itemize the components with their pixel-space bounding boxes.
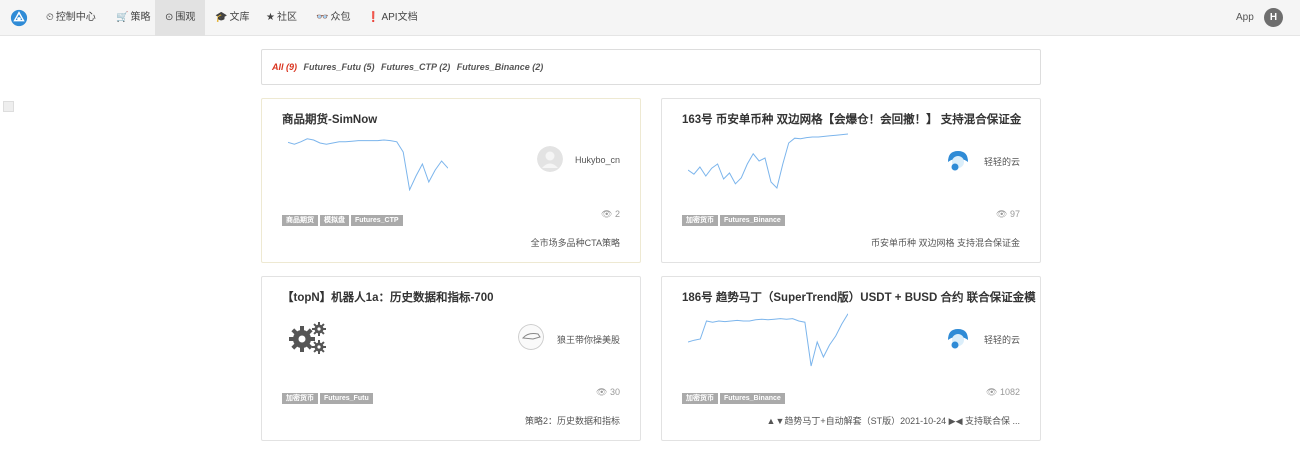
strategy-card[interactable]: 163号 币安单币种 双边网格【会爆仓！会回撤！】 支持混合保证金 轻轻的云 加… bbox=[661, 98, 1041, 263]
tag[interactable]: Futures_Futu bbox=[320, 393, 373, 404]
tag[interactable]: Futures_Binance bbox=[720, 215, 785, 226]
target-icon: ⊙ bbox=[165, 12, 174, 23]
nav-dashboard[interactable]: ⏲ 控制中心 bbox=[36, 0, 106, 36]
filter-bar: All (9) Futures_Futu (5) Futures_CTP (2)… bbox=[261, 49, 1041, 85]
eye-icon: 👁 bbox=[596, 387, 610, 397]
tag[interactable]: 加密货币 bbox=[682, 215, 718, 226]
view-count: 👁 2 bbox=[601, 209, 620, 220]
filter-futures-ctp[interactable]: Futures_CTP (2) bbox=[381, 62, 450, 72]
eye-icon: 👁 bbox=[986, 387, 1000, 397]
nav-strategy[interactable]: 🛒 策略 bbox=[106, 0, 160, 36]
nav-crowdsource-label: 众包 bbox=[330, 12, 351, 23]
card-description: 策略2：历史数据和指标 bbox=[524, 416, 620, 426]
user-avatar[interactable]: H bbox=[1264, 8, 1283, 27]
equity-sparkline bbox=[688, 313, 848, 367]
owner-avatar-icon[interactable] bbox=[537, 146, 563, 172]
filter-futures-binance[interactable]: Futures_Binance (2) bbox=[457, 62, 544, 72]
side-toggle-tab[interactable] bbox=[3, 101, 14, 112]
card-title[interactable]: 商品期货-SimNow bbox=[282, 111, 377, 127]
nav-library-label: 文库 bbox=[229, 12, 250, 23]
nav-crowdsource[interactable]: 👓 众包 bbox=[306, 0, 360, 36]
card-description: 全市场多品种CTA策略 bbox=[530, 238, 620, 248]
cloud-avatar-icon[interactable] bbox=[945, 146, 971, 172]
nav-strategy-label: 策略 bbox=[130, 12, 151, 23]
view-count: 👁 30 bbox=[596, 387, 620, 398]
glasses-icon: 👓 bbox=[316, 12, 329, 23]
app-link[interactable]: App bbox=[1236, 0, 1254, 36]
card-title[interactable]: 186号 趋势马丁（SuperTrend版）USDT + BUSD 合约 联合保… bbox=[682, 289, 1036, 305]
filter-all[interactable]: All (9) bbox=[272, 62, 297, 72]
wolf-avatar-icon[interactable] bbox=[518, 324, 544, 350]
nav-api-docs-label: API文档 bbox=[381, 12, 418, 23]
eye-icon: 👁 bbox=[601, 209, 615, 219]
strategy-card[interactable]: 【topN】机器人1a：历史数据和指标-700 狼王带你操美股 加密货币 Futu… bbox=[261, 276, 641, 441]
owner-name[interactable]: 轻轻的云 bbox=[984, 155, 1020, 168]
nav-library[interactable]: 🎓 文库 bbox=[205, 0, 259, 36]
dashboard-icon: ⏲ bbox=[46, 12, 54, 23]
view-count: 👁 97 bbox=[996, 209, 1020, 220]
nav-watch[interactable]: ⊙ 围观 bbox=[155, 0, 206, 36]
tag-list: 加密货币 Futures_Binance bbox=[682, 387, 787, 405]
strategy-card[interactable]: 186号 趋势马丁（SuperTrend版）USDT + BUSD 合约 联合保… bbox=[661, 276, 1041, 441]
card-description: 币安单币种 双边网格 支持混合保证金 bbox=[870, 238, 1020, 248]
view-count-value: 97 bbox=[1009, 209, 1020, 219]
eye-icon: 👁 bbox=[996, 209, 1010, 219]
view-count-value: 1082 bbox=[999, 387, 1020, 397]
cloud-avatar-icon[interactable] bbox=[945, 324, 971, 350]
tag-list: 加密货币 Futures_Binance bbox=[682, 209, 787, 227]
tag-list: 加密货币 Futures_Futu bbox=[282, 387, 375, 405]
nav-community[interactable]: ★ 社区 bbox=[256, 0, 307, 36]
tag[interactable]: 模拟盘 bbox=[320, 215, 349, 226]
owner-name[interactable]: 狼王带你操美股 bbox=[557, 333, 620, 346]
owner-name[interactable]: Hukybo_cn bbox=[575, 155, 620, 165]
top-navbar: ⏲ 控制中心 🛒 策略 ⊙ 围观 🎓 文库 ★ 社区 👓 众包 ❗ API文档 App H bbox=[0, 0, 1300, 36]
tag[interactable]: 加密货币 bbox=[682, 393, 718, 404]
view-count: 👁 1082 bbox=[986, 387, 1020, 398]
card-title[interactable]: 【topN】机器人1a：历史数据和指标-700 bbox=[282, 289, 494, 305]
owner-name[interactable]: 轻轻的云 bbox=[984, 333, 1020, 346]
star-icon: ★ bbox=[266, 12, 275, 23]
tag[interactable]: Futures_Binance bbox=[720, 393, 785, 404]
tag-list: 商品期货 模拟盘 Futures_CTP bbox=[282, 209, 405, 227]
equity-sparkline bbox=[288, 138, 448, 191]
tag[interactable]: 加密货币 bbox=[282, 393, 318, 404]
card-description: ▲▼趋势马丁+自动解套（ST版）2021-10-24 ▶◀ 支持联合保 ... bbox=[766, 416, 1020, 426]
logo-icon[interactable] bbox=[10, 9, 28, 27]
tag[interactable]: 商品期货 bbox=[282, 215, 318, 226]
exclamation-circle-icon: ❗ bbox=[367, 12, 380, 23]
tag[interactable]: Futures_CTP bbox=[351, 215, 403, 226]
gears-icon bbox=[289, 322, 326, 354]
cart-icon: 🛒 bbox=[116, 12, 129, 23]
nav-api-docs[interactable]: ❗ API文档 bbox=[357, 0, 428, 36]
nav-watch-label: 围观 bbox=[175, 12, 196, 23]
graduation-cap-icon: 🎓 bbox=[215, 12, 228, 23]
strategy-card[interactable]: 商品期货-SimNow Hukybo_cn 商品期货 模拟盘 Futures_CTP… bbox=[261, 98, 641, 263]
nav-dashboard-label: 控制中心 bbox=[55, 12, 96, 23]
filter-futures-futu[interactable]: Futures_Futu (5) bbox=[304, 62, 375, 72]
view-count-value: 30 bbox=[609, 387, 620, 397]
nav-community-label: 社区 bbox=[276, 12, 297, 23]
card-title[interactable]: 163号 币安单币种 双边网格【会爆仓！会回撤！】 支持混合保证金 bbox=[682, 111, 1021, 127]
view-count-value: 2 bbox=[614, 209, 620, 219]
equity-sparkline bbox=[688, 133, 848, 189]
